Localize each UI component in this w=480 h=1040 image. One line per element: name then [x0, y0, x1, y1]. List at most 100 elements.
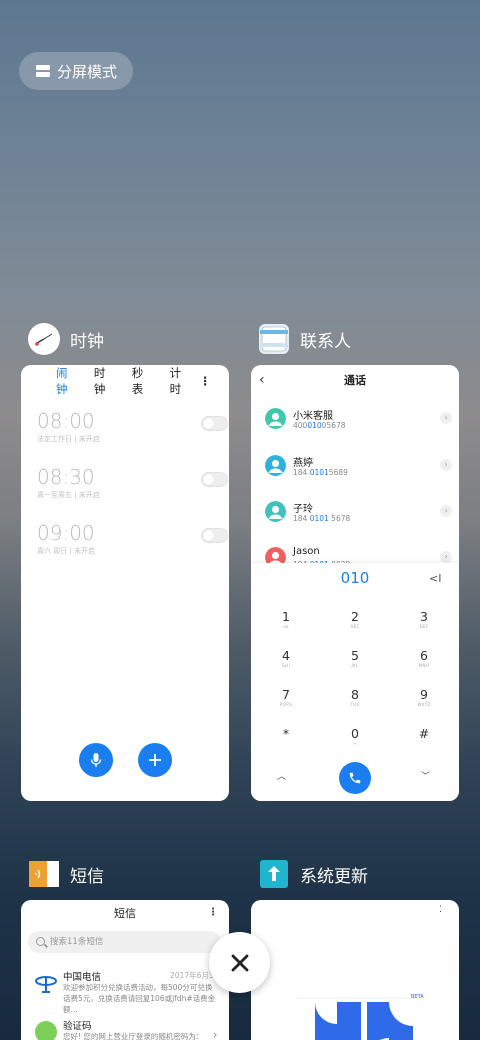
- call-button[interactable]: [339, 762, 371, 794]
- dial-key[interactable]: *: [266, 726, 306, 741]
- dial-key-letters: TUV: [350, 702, 360, 707]
- contact-detail-icon[interactable]: ›: [440, 551, 452, 563]
- dial-key-number: 6: [420, 648, 428, 663]
- dial-key-number: 2: [351, 609, 359, 624]
- updater-app-card[interactable]: ⁚ BETA: [251, 900, 459, 1040]
- tab-stopwatch[interactable]: 秒表: [132, 365, 152, 397]
- contact-row[interactable]: 燕婷 184 01015689 ›: [265, 452, 455, 482]
- dial-number: 010: [340, 569, 370, 587]
- dialpad: 010 <I 1 oo 2 ABC 3 DEF 4 GHI 5 JKL 6 MNO 7 PQRS 8 TUV 9…: [251, 563, 459, 801]
- beta-label: BETA: [411, 994, 424, 1000]
- sms-app-card[interactable]: 短信 ⋮ 搜索11条短信 中国电信 2017年6月30 欢迎参加积分兑换话费活动…: [21, 900, 229, 1040]
- dial-key-letters: JKL: [351, 663, 359, 668]
- dial-key-letters: MNO: [418, 663, 430, 668]
- contact-phone: 184 0101 5678: [293, 514, 351, 523]
- contact-phone: 40001005678: [293, 421, 346, 430]
- message-sender: 中国电信: [63, 972, 102, 983]
- chevron-down-icon[interactable]: ﹀: [421, 769, 430, 782]
- dial-key[interactable]: 6 MNO: [404, 648, 444, 668]
- search-input[interactable]: 搜索11条短信: [28, 931, 221, 953]
- alarm-time: 08:30: [37, 465, 95, 489]
- chevron-up-icon[interactable]: ︿: [277, 769, 286, 782]
- more-icon[interactable]: ⁚: [439, 905, 442, 915]
- alarm-repeat: 周六 周日 | 未开启: [37, 547, 96, 555]
- dial-key[interactable]: 7 PQRS: [266, 687, 306, 707]
- contacts-header: ‹ 通话: [251, 365, 459, 395]
- updater-app-header: 系统更新: [258, 858, 368, 890]
- dial-key-number: 1: [282, 609, 290, 624]
- dial-key-number: 7: [282, 687, 290, 702]
- contact-row[interactable]: 子玲 184 0101 5678 ›: [265, 498, 455, 528]
- dial-key[interactable]: 0 +: [335, 726, 375, 746]
- phone-icon: [349, 772, 361, 784]
- avatar-icon: [265, 408, 286, 429]
- dial-key-letters: PQRS: [279, 702, 293, 707]
- contacts-app-card[interactable]: ‹ 通话 小米客服 40001005678 › 燕婷 184 01015689 …: [251, 365, 459, 801]
- dial-key[interactable]: 4 GHI: [266, 648, 306, 668]
- alarm-item[interactable]: 08:30 周一至周五 | 未开启: [37, 465, 228, 500]
- dial-key-number: 9: [420, 687, 428, 702]
- contact-name: 小米客服: [293, 411, 333, 422]
- contact-detail-icon[interactable]: ›: [440, 459, 452, 471]
- verification-code-icon: [35, 1021, 57, 1040]
- contact-detail-icon[interactable]: ›: [440, 505, 452, 517]
- dial-key-number: #: [418, 726, 430, 741]
- microphone-icon: [90, 753, 102, 767]
- dial-key-number: 0: [351, 726, 359, 741]
- dial-key-letters: ABC: [350, 624, 360, 629]
- clear-all-button[interactable]: [209, 932, 270, 993]
- split-screen-button[interactable]: 分屏模式: [19, 52, 133, 90]
- dial-key-number: 8: [351, 687, 359, 702]
- sms-app-icon: [28, 858, 60, 890]
- add-alarm-button[interactable]: [138, 743, 172, 777]
- alarm-toggle[interactable]: [201, 472, 228, 487]
- search-placeholder: 搜索11条短信: [50, 937, 104, 947]
- avatar-icon: [265, 501, 286, 522]
- alarm-toggle[interactable]: [201, 528, 228, 543]
- dial-key[interactable]: 3 DEF: [404, 609, 444, 629]
- message-preview: 您好! 您的网上营业厅登录的随机密码为：: [63, 1032, 204, 1040]
- voice-alarm-button[interactable]: [79, 743, 113, 777]
- alarm-time: 09:00: [37, 521, 95, 545]
- plus-icon: [149, 754, 161, 766]
- backspace-icon[interactable]: <I: [429, 572, 441, 585]
- message-preview: 欢迎参加积分兑换话费活动，每500分可兑换话费5元，兑换话费请回复106或jfd…: [63, 983, 216, 1014]
- dial-key[interactable]: 5 JKL: [335, 648, 375, 668]
- tab-timer[interactable]: 计时: [170, 365, 190, 397]
- china-telecom-logo-icon: [35, 972, 57, 994]
- tab-alarm[interactable]: 闹钟: [56, 365, 76, 397]
- contacts-app-title: 联系人: [300, 331, 351, 352]
- updater-app-icon: [258, 858, 290, 890]
- dial-key[interactable]: 8 TUV: [335, 687, 375, 707]
- dial-key[interactable]: 1 oo: [266, 609, 306, 629]
- back-icon[interactable]: ‹: [259, 372, 265, 388]
- avatar-icon: [265, 455, 286, 476]
- more-vertical-icon[interactable]: ⋮: [208, 907, 218, 918]
- alarm-item[interactable]: 08:00 法定工作日 | 未开启: [37, 409, 228, 444]
- contact-row[interactable]: 小米客服 40001005678 ›: [265, 405, 455, 435]
- dial-key-number: 4: [282, 648, 290, 663]
- contact-detail-icon[interactable]: ›: [440, 412, 452, 424]
- alarm-repeat: 法定工作日 | 未开启: [37, 435, 100, 443]
- dial-key[interactable]: 9 WXYZ: [404, 687, 444, 707]
- updater-app-title: 系统更新: [300, 866, 368, 887]
- split-screen-icon: [36, 65, 50, 77]
- split-screen-label: 分屏模式: [57, 62, 118, 81]
- tab-clock[interactable]: 时钟: [94, 365, 114, 397]
- contact-phone: 184 01015689: [293, 468, 348, 477]
- more-vertical-icon[interactable]: ⋮: [200, 374, 212, 388]
- dial-key[interactable]: #: [404, 726, 444, 741]
- dial-key-letters: GHI: [281, 663, 291, 668]
- dial-key-number: 3: [420, 609, 428, 624]
- contact-name: 子玲: [293, 504, 313, 515]
- alarm-item[interactable]: 09:00 周六 周日 | 未开启: [37, 521, 228, 556]
- alarm-toggle[interactable]: [201, 416, 228, 431]
- dial-key-number: *: [282, 726, 290, 741]
- clock-tabs: 闹钟 时钟 秒表 计时 ⋮: [21, 365, 229, 397]
- clock-app-icon: [28, 323, 60, 355]
- sms-header-title: 短信: [114, 907, 136, 920]
- dial-key-letters: DEF: [419, 624, 429, 629]
- clock-app-card[interactable]: 闹钟 时钟 秒表 计时 ⋮ 08:00 法定工作日 | 未开启 08:30 周一…: [21, 365, 229, 801]
- dial-key[interactable]: 2 ABC: [335, 609, 375, 629]
- contacts-app-icon: [258, 323, 290, 355]
